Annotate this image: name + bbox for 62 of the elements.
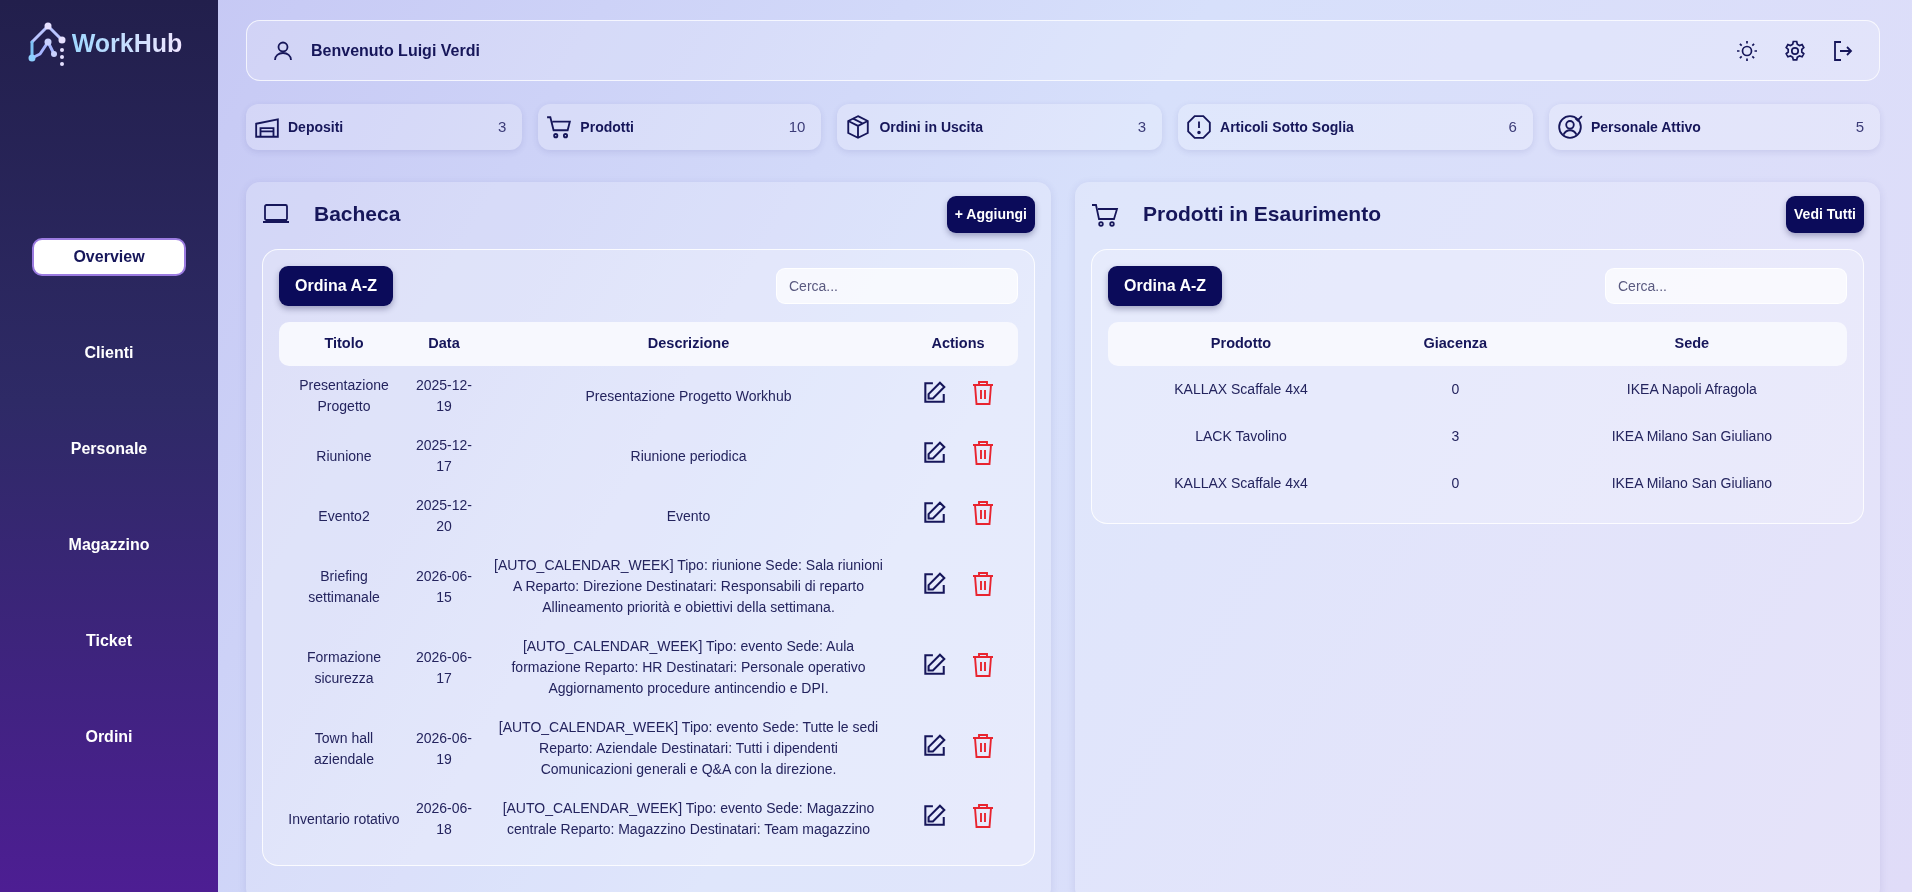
table-cell-text: Briefing settimanale	[307, 566, 381, 607]
table-cell-text: [AUTO_CALENDAR_WEEK] Tipo: evento Sede: Magazzino centrale Reparto: Magazzino Destinatari: Team magazzino	[501, 799, 876, 839]
sort-button[interactable]: Ordina A-Z	[279, 266, 394, 306]
table-cell-text: KALLAX Scaffale 4x4	[1173, 474, 1309, 493]
stat-label: Articoli Sotto Soglia	[1220, 117, 1354, 137]
column-header: Giacenza	[1374, 322, 1537, 366]
column-header: Sede	[1536, 322, 1847, 366]
column-header: Actions	[898, 322, 1018, 366]
stat-label: Personale Attivo	[1590, 117, 1701, 137]
sidebar-item[interactable]: Overview	[32, 238, 186, 276]
stat-label: Prodotti	[580, 117, 634, 137]
table-cell-text: 3	[1450, 427, 1461, 446]
add-button[interactable]: + Aggiungi	[946, 196, 1035, 233]
table-cell-text: Evento	[665, 506, 712, 526]
table-cell-text: 2025-12-20	[414, 496, 473, 536]
stat-label: Depositi	[288, 117, 344, 137]
table-cell-text: 2025-12-17	[414, 436, 473, 476]
column-header: Prodotto	[1108, 322, 1375, 366]
sidebar-item[interactable]: Ticket	[32, 622, 186, 660]
table-cell-text: IKEA Napoli Afragola	[1625, 380, 1758, 399]
stat-count: 3	[1137, 116, 1148, 137]
table-cell-text: IKEA Milano San Giuliano	[1610, 427, 1773, 446]
stat-label: Ordini in Uscita	[879, 117, 983, 137]
column-header: Descrizione	[479, 322, 898, 366]
table-cell-text: KALLAX Scaffale 4x4	[1173, 380, 1309, 399]
welcome-text: Benvenuto Luigi Verdi	[311, 40, 480, 61]
stat-count: 3	[498, 116, 508, 137]
table-cell-text: Presentazione Progetto	[298, 376, 390, 416]
table-cell-text: 2025-12-19	[414, 376, 473, 416]
table-cell-text: Town hall aziendale	[313, 728, 375, 769]
table-cell-text: 2026-06-19	[414, 728, 473, 769]
table-cell-text: [AUTO_CALENDAR_WEEK] Tipo: riunione Sede: Sala riunioni A Reparto: Direzione Destinatari: Responsabili di reparto Allineamento priorità e obiettivi della settimana.	[493, 556, 884, 617]
search-field[interactable]: Cerca...	[776, 268, 1018, 304]
stat-count: 5	[1855, 116, 1865, 137]
table-cell-text: IKEA Milano San Giuliano	[1610, 474, 1773, 493]
table-cell-text: 0	[1450, 380, 1461, 399]
table-cell-text: 2026-06-18	[414, 799, 473, 839]
stat-count: 10	[788, 116, 807, 137]
sidebar-item[interactable]: Ordini	[32, 718, 186, 756]
table-cell-text: Evento2	[317, 506, 371, 526]
table-cell-text: Riunione	[315, 446, 373, 466]
sidebar-item[interactable]: Personale	[32, 430, 186, 468]
panel-title: Prodotti in Esaurimento	[1143, 201, 1381, 227]
sidebar-item[interactable]: Magazzino	[32, 526, 186, 564]
table-cell-text: Presentazione Progetto Workhub	[584, 386, 793, 406]
table-cell-text: [AUTO_CALENDAR_WEEK] Tipo: evento Sede: Tutte le sedi Reparto: Aziendale Destinatari: Tutti i dipendenti Comunicazioni generali e Q&A con la direzione.	[497, 718, 880, 779]
table-cell-text: Riunione periodica	[629, 446, 748, 466]
table-cell-text: 0	[1450, 474, 1461, 493]
view-all-button[interactable]: Vedi Tutti	[1786, 196, 1864, 233]
search-field[interactable]: Cerca...	[1605, 268, 1847, 304]
table-cell-text: LACK Tavolino	[1194, 427, 1288, 446]
table-cell-text: 2026-06-17	[414, 647, 473, 688]
table-cell-text: 2026-06-15	[414, 566, 473, 607]
column-header: Data	[409, 322, 479, 366]
table-cell-text: Inventario rotativo	[287, 809, 401, 829]
stat-count: 6	[1508, 116, 1518, 137]
sidebar-item[interactable]: Clienti	[32, 334, 186, 372]
table-cell-text: Formazione sicurezza	[306, 647, 382, 688]
sort-button[interactable]: Ordina A-Z	[1108, 266, 1223, 306]
panel-title: Bacheca	[314, 201, 401, 227]
column-header: Titolo	[279, 322, 409, 366]
table-cell-text: [AUTO_CALENDAR_WEEK] Tipo: evento Sede: Aula formazione Reparto: HR Destinatari: Personale operativo Aggiornamento procedure antincendio e DPI.	[510, 637, 867, 698]
